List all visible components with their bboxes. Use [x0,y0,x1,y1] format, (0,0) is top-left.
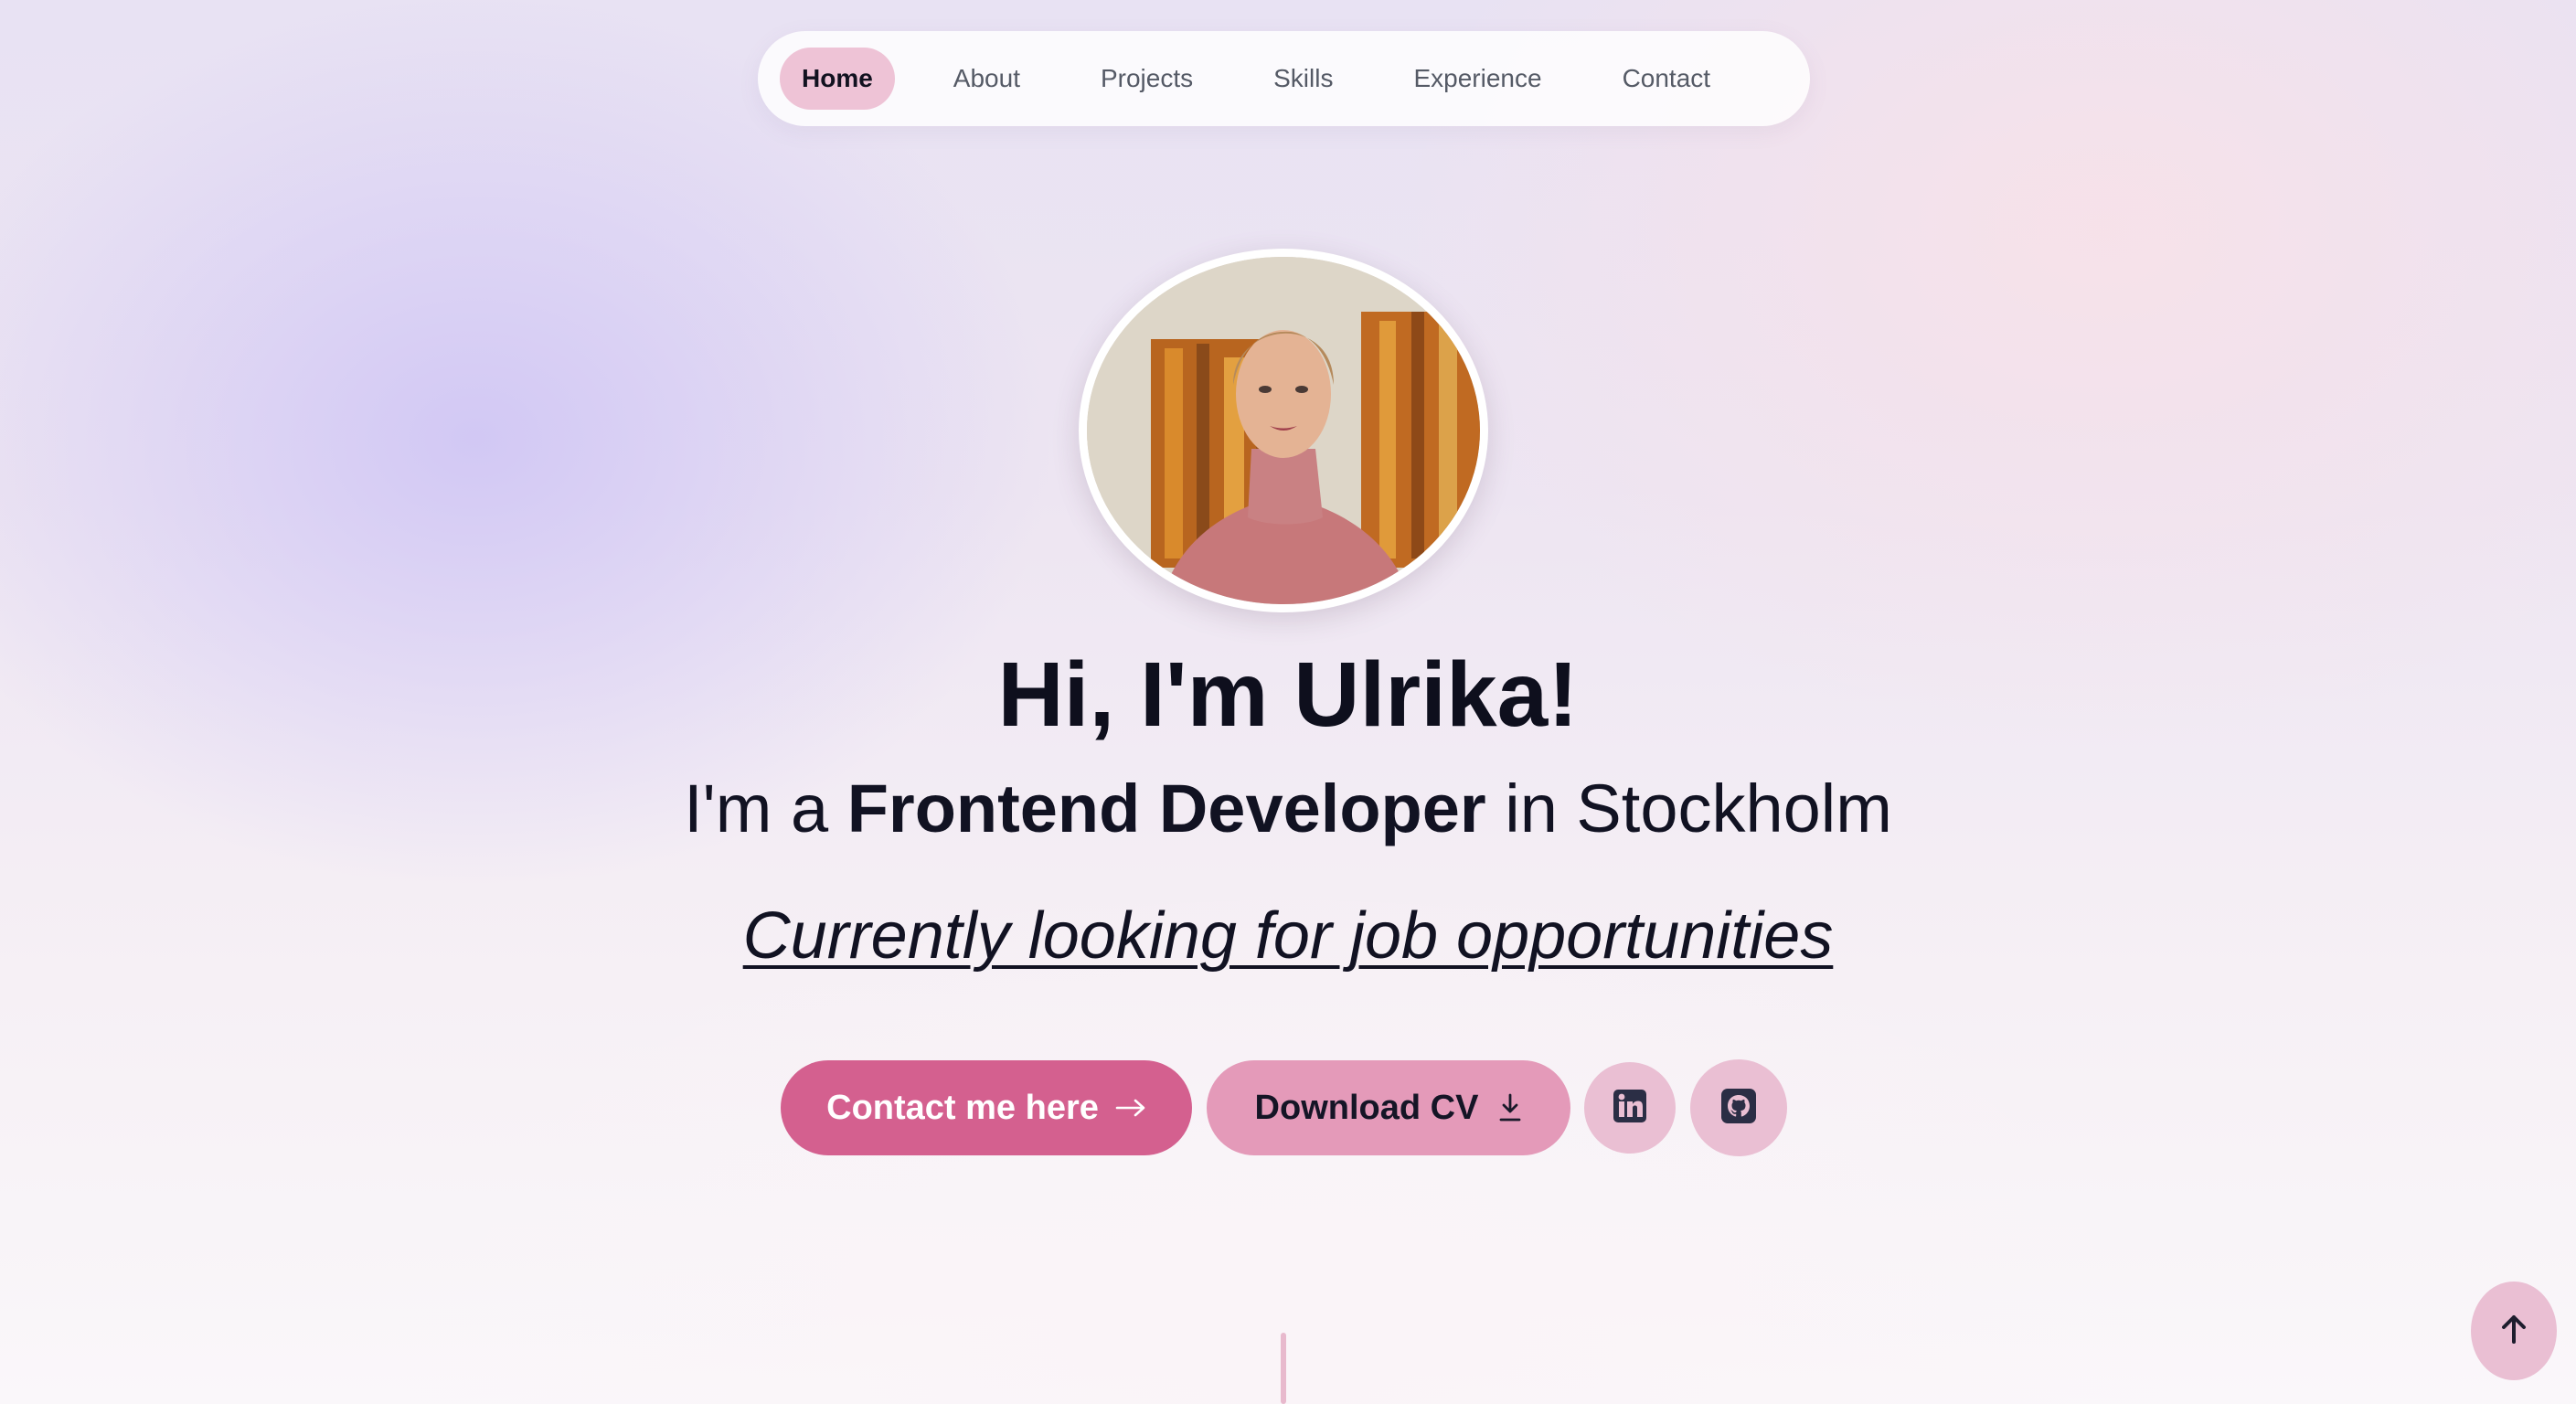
nav-item-about[interactable]: About [931,48,1042,110]
download-cv-label: Download CV [1254,1088,1479,1127]
contact-button[interactable]: Contact me here [781,1060,1192,1155]
arrow-right-icon [1115,1099,1146,1117]
profile-photo-illustration [1087,257,1480,604]
hero-tagline: Currently looking for job opportunities [742,899,1834,973]
contact-button-label: Contact me here [826,1088,1099,1127]
nav-item-projects[interactable]: Projects [1079,48,1215,110]
hero-title: Hi, I'm Ulrika! [997,644,1579,746]
download-icon [1498,1093,1522,1122]
download-cv-button[interactable]: Download CV [1207,1060,1570,1155]
linkedin-button[interactable] [1584,1062,1676,1154]
nav-item-skills[interactable]: Skills [1251,48,1355,110]
nav-item-experience[interactable]: Experience [1391,48,1563,110]
subtitle-role: Frontend Developer [846,771,1486,846]
nav-item-home[interactable]: Home [780,48,895,110]
arrow-up-icon [2500,1314,2528,1349]
scroll-indicator-line [1281,1333,1286,1404]
main-navigation: Home About Projects Skills Experience Co… [758,31,1810,126]
hero-subtitle: I'm a Frontend Developer in Stockholm [0,768,2576,850]
linkedin-icon [1613,1089,1647,1128]
scroll-to-top-button[interactable] [2471,1282,2557,1380]
nav-item-contact[interactable]: Contact [1601,48,1733,110]
subtitle-prefix: I'm a [684,771,847,846]
github-button[interactable] [1690,1059,1787,1156]
profile-photo [1079,249,1488,612]
subtitle-suffix: in Stockholm [1485,771,1892,846]
github-icon [1720,1088,1757,1129]
